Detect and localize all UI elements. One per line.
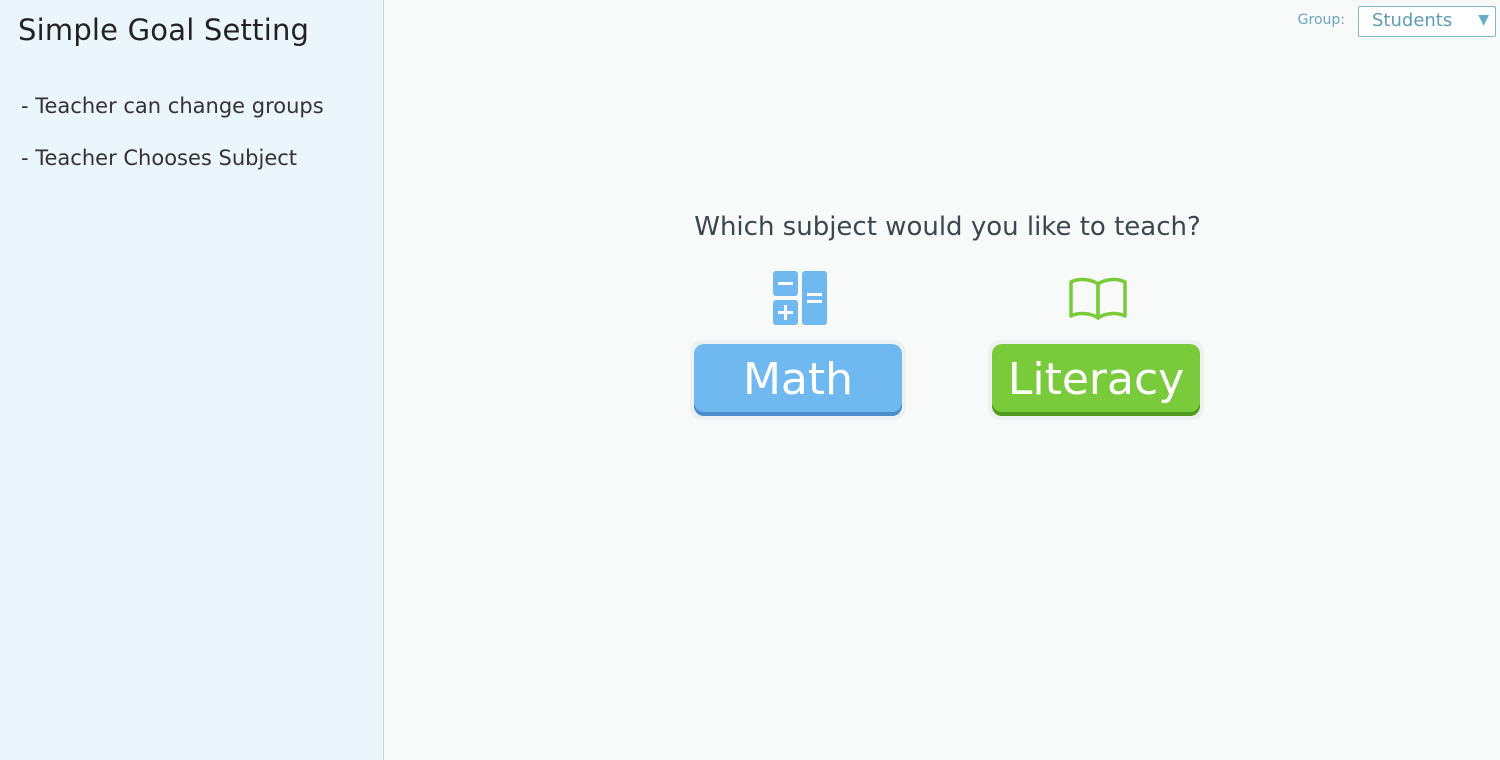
math-button[interactable]: Math: [694, 344, 902, 416]
group-select[interactable]: Students ▼: [1358, 6, 1496, 37]
sidebar-notes-list: - Teacher can change groups - Teacher Ch…: [21, 91, 324, 195]
sidebar: Simple Goal Setting - Teacher can change…: [0, 0, 384, 760]
subject-math: Math: [690, 266, 910, 426]
main-content: Group: Students ▼ Which subject would yo…: [384, 0, 1500, 760]
subject-question: Which subject would you like to teach?: [694, 212, 1201, 242]
literacy-button[interactable]: Literacy: [992, 344, 1200, 416]
sidebar-title: Simple Goal Setting: [18, 13, 310, 47]
group-label: Group:: [1297, 12, 1345, 28]
subject-literacy: Literacy: [988, 266, 1208, 426]
sidebar-note-item: - Teacher Chooses Subject: [21, 146, 298, 170]
open-book-icon: [988, 266, 1208, 330]
literacy-button-frame: Literacy: [988, 340, 1204, 420]
sidebar-note-item: - Teacher can change groups: [21, 94, 324, 118]
triangle-down-icon: ▼: [1478, 12, 1489, 28]
calculator-icon: [690, 266, 910, 330]
math-button-frame: Math: [690, 340, 906, 420]
group-select-value: Students: [1372, 10, 1453, 31]
